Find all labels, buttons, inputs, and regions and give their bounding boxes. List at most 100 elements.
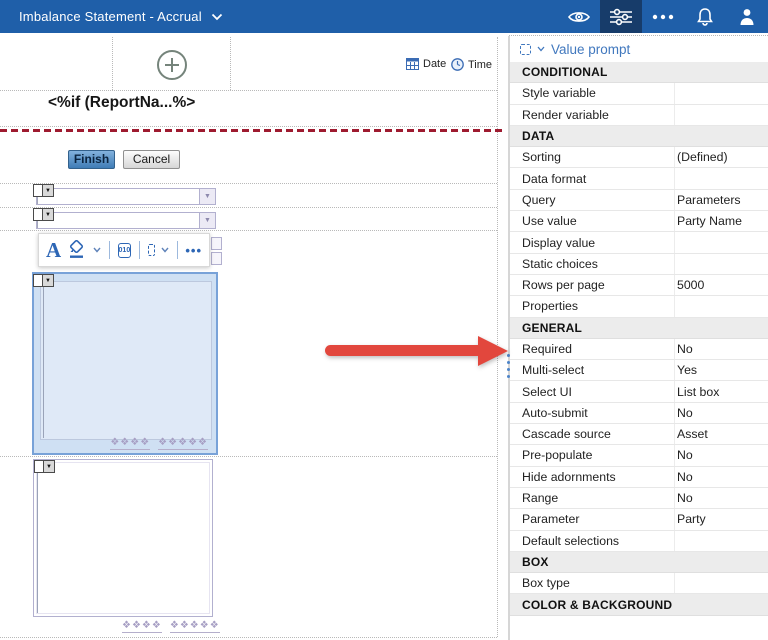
dropdown-arrow-icon: ▼ [42,185,53,196]
property-value[interactable] [674,168,768,188]
calendar-icon [406,58,419,70]
property-row[interactable]: RangeNo [510,488,768,509]
dropdown-arrow-icon[interactable]: ▼ [199,213,215,228]
time-object[interactable]: Time [451,58,492,71]
list-box-prompt-selected[interactable]: ❖❖❖❖ ❖❖❖❖❖ [32,272,218,455]
properties-sliders-button[interactable] [600,0,642,33]
property-row[interactable]: Select UIList box [510,381,768,402]
property-value[interactable]: List box [674,381,768,401]
property-row[interactable]: Box type [510,573,768,594]
arrow-head [478,336,508,366]
property-label: Parameter [510,512,674,526]
property-row[interactable]: Pre-populateNo [510,445,768,466]
dropdown-arrow-icon: ▼ [42,275,53,286]
dashed-guide [0,183,497,184]
date-object[interactable]: Date [406,58,446,70]
property-value[interactable] [674,83,768,103]
property-label: Auto-submit [510,406,674,420]
expression-badge-button[interactable]: 010 [118,243,132,258]
property-value[interactable]: No [674,339,768,359]
chevron-down-icon[interactable] [161,247,169,253]
property-row[interactable]: Properties [510,296,768,317]
hidden-dropdown-fragment [211,237,222,250]
eye-icon [567,9,591,25]
property-row[interactable]: Hide adornmentsNo [510,467,768,488]
property-row[interactable]: Default selections [510,531,768,552]
property-value[interactable]: Party Name [674,211,768,231]
property-row[interactable]: Sorting(Defined) [510,147,768,168]
select-container-button[interactable] [148,244,155,256]
dashed-guide [0,126,497,127]
report-title-menu[interactable]: Imbalance Statement - Accrual [19,9,223,24]
page-break-line [0,129,506,132]
property-value[interactable] [674,105,768,125]
selected-object-header[interactable]: Value prompt [510,36,768,62]
handle-cell [34,185,42,196]
list-box-prompt[interactable] [33,459,213,617]
fill-color-button[interactable] [67,240,87,260]
property-value[interactable]: No [674,445,768,465]
properties-panel: Value prompt CONDITIONALStyle variableRe… [510,36,768,640]
report-expression[interactable]: <%if (ReportNa...%> [48,94,195,112]
report-title: Imbalance Statement - Accrual [19,9,202,24]
dropdown-prompt[interactable]: ▼ [36,188,216,205]
property-row[interactable]: Static choices [510,254,768,275]
property-row[interactable]: Style variable [510,83,768,104]
property-label: Use value [510,214,674,228]
more-actions-button[interactable]: ••• [185,243,202,258]
property-row[interactable]: Data format [510,168,768,189]
sliders-icon [609,8,633,26]
prompt-drag-handle[interactable]: ▼ [34,460,55,473]
property-label: Cascade source [510,427,674,441]
property-value[interactable]: Party [674,509,768,529]
panel-section-header: GENERAL [510,318,768,339]
property-row[interactable]: QueryParameters [510,190,768,211]
property-value[interactable] [674,296,768,316]
property-row[interactable]: RequiredNo [510,339,768,360]
cancel-button[interactable]: Cancel [123,150,180,169]
property-label: Display value [510,236,674,250]
dropdown-arrow-icon: ▼ [43,461,54,472]
finish-button[interactable]: Finish [68,150,115,169]
property-value[interactable]: (Defined) [674,147,768,167]
prompt-drag-handle[interactable]: ▼ [33,208,54,221]
property-row[interactable]: Render variable [510,105,768,126]
property-row[interactable]: Multi-selectYes [510,360,768,381]
prompt-drag-handle[interactable]: ▼ [33,184,54,197]
prompt-drag-handle[interactable]: ▼ [33,274,54,287]
more-options-button[interactable] [642,0,684,33]
dropdown-arrow-icon[interactable]: ▼ [199,189,215,204]
notifications-button[interactable] [684,0,726,33]
dashed-guide [0,230,497,231]
list-box-body[interactable] [40,281,212,440]
property-value[interactable]: No [674,488,768,508]
property-row[interactable]: Cascade sourceAsset [510,424,768,445]
account-button[interactable] [726,0,768,33]
preview-eye-button[interactable] [558,0,600,33]
dashed-guide [0,456,497,457]
property-row[interactable]: Use valueParty Name [510,211,768,232]
property-value[interactable]: Yes [674,360,768,380]
property-label: Static choices [510,257,674,271]
property-value[interactable]: Asset [674,424,768,444]
property-value[interactable]: No [674,467,768,487]
property-value[interactable]: No [674,403,768,423]
panel-section-header: CONDITIONAL [510,62,768,83]
add-object-button[interactable] [157,50,187,80]
property-value[interactable] [674,232,768,252]
property-row[interactable]: Rows per page5000 [510,275,768,296]
panel-section-header: BOX [510,552,768,573]
property-label: Box type [510,576,674,590]
property-row[interactable]: ParameterParty [510,509,768,530]
dropdown-prompt[interactable]: ▼ [36,212,216,229]
property-label: Default selections [510,534,674,548]
font-style-button[interactable]: A [46,240,61,260]
property-value[interactable] [674,531,768,551]
property-row[interactable]: Auto-submitNo [510,403,768,424]
chevron-down-icon[interactable] [93,247,101,253]
property-row[interactable]: Display value [510,232,768,253]
property-value[interactable]: Parameters [674,190,768,210]
property-value[interactable] [674,573,768,593]
property-value[interactable]: 5000 [674,275,768,295]
property-value[interactable] [674,254,768,274]
